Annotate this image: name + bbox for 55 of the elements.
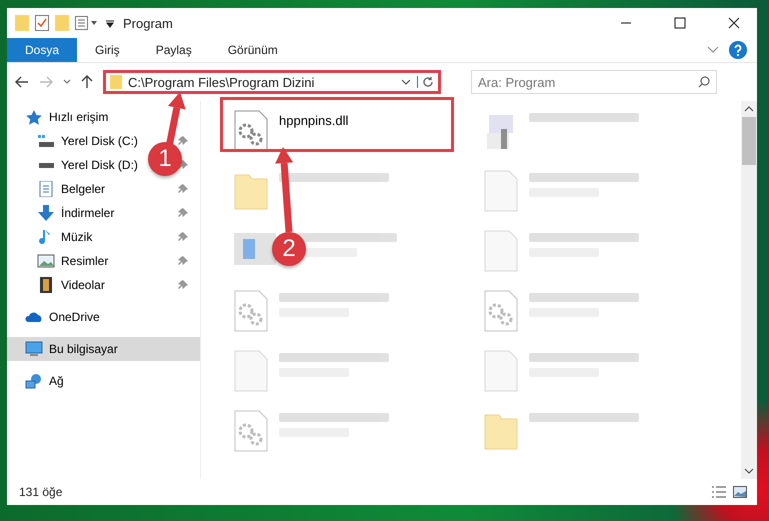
- folder-icon: [110, 75, 122, 89]
- picture-icon: [37, 253, 55, 269]
- down-arrow-icon: [37, 205, 55, 221]
- minimize-icon: [620, 22, 632, 24]
- gear-file-icon: [233, 409, 269, 453]
- search-icon[interactable]: [698, 76, 710, 88]
- file-icon: [233, 349, 269, 393]
- gear-file-icon: [233, 289, 269, 333]
- thumbnail-view-icon[interactable]: [733, 486, 747, 498]
- sidebar-item[interactable]: Bu bilgisayar: [7, 337, 200, 361]
- ribbon-tab[interactable]: Giriş: [77, 38, 138, 62]
- ribbon-tab[interactable]: Dosya: [7, 38, 78, 62]
- scroll-down-icon[interactable]: [744, 467, 754, 475]
- item-count: 131 öğe: [19, 485, 64, 499]
- properties-icon[interactable]: [75, 16, 99, 30]
- sidebar-item[interactable]: OneDrive: [7, 305, 200, 329]
- maximize-icon: [674, 17, 686, 29]
- sidebar-item[interactable]: İndirmeler: [7, 201, 200, 225]
- scroll-thumb[interactable]: [742, 117, 756, 165]
- refresh-icon[interactable]: [417, 76, 434, 88]
- chevron-down-icon[interactable]: [63, 79, 71, 85]
- drive-icon: [38, 135, 54, 147]
- folder-icon: [15, 15, 29, 31]
- star-icon: [25, 109, 43, 125]
- file-icon: [483, 169, 519, 213]
- address-field[interactable]: C:\Program Files\Program Dizini: [103, 70, 441, 94]
- file-icon: [483, 349, 519, 393]
- up-arrow-icon[interactable]: [81, 75, 93, 89]
- drive-icon: [38, 162, 54, 168]
- sidebar-item[interactable]: Belgeler: [7, 177, 200, 201]
- file-item[interactable]: hppnpins.dll: [227, 105, 477, 165]
- film-icon: [37, 277, 55, 293]
- search-field[interactable]: Ara: Program: [471, 70, 717, 94]
- details-view-icon[interactable]: [711, 486, 727, 498]
- help-icon[interactable]: [729, 41, 747, 59]
- window-title: Program: [123, 16, 173, 30]
- file-name: hppnpins.dll: [279, 113, 348, 128]
- back-arrow-icon[interactable]: [15, 76, 29, 88]
- close-icon: [728, 17, 740, 29]
- sidebar-item[interactable]: Hızlı erişim: [7, 105, 200, 129]
- computer-icon: [25, 341, 43, 357]
- sidebar-item[interactable]: Resimler: [7, 249, 200, 273]
- scroll-up-icon[interactable]: [744, 105, 754, 113]
- sidebar-item[interactable]: Videolar: [7, 273, 200, 297]
- ribbon-tab[interactable]: Paylaş: [138, 38, 210, 62]
- dropdown-icon[interactable]: [105, 18, 115, 28]
- sidebar-item[interactable]: Ağ: [7, 369, 200, 393]
- document-icon: [37, 181, 55, 197]
- network-icon: [25, 373, 43, 389]
- file-icon: [483, 229, 519, 273]
- sidebar-item[interactable]: Müzik: [7, 225, 200, 249]
- ribbon-tab[interactable]: Görünüm: [210, 38, 296, 62]
- chevron-down-icon[interactable]: [401, 79, 411, 85]
- checklist-icon[interactable]: [35, 15, 49, 31]
- gear-file-icon: [483, 289, 519, 333]
